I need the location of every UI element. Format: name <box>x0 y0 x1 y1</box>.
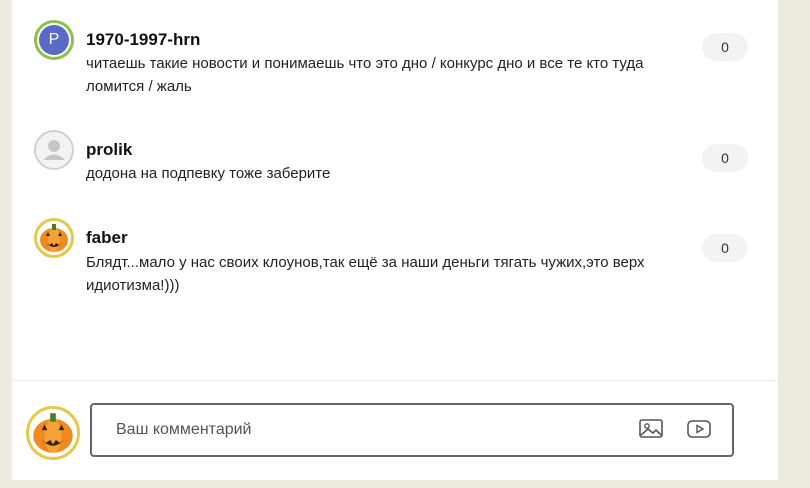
pumpkin-icon <box>40 224 68 252</box>
comment-text: додона на подпевку тоже заберите <box>86 165 331 182</box>
avatar-letter: P <box>39 25 69 55</box>
avatar[interactable]: P <box>34 20 74 60</box>
comments-panel: P 1970-1997-hrn читаешь такие новости и … <box>12 0 778 480</box>
video-embed-button[interactable] <box>686 417 714 443</box>
like-counter[interactable]: 0 <box>702 144 748 172</box>
comment-placeholder: Ваш комментарий <box>116 421 252 438</box>
avatar[interactable] <box>34 130 74 170</box>
youtube-icon <box>687 420 711 438</box>
like-counter[interactable]: 0 <box>702 33 748 61</box>
comment-username[interactable]: 1970-1997-hrn <box>86 30 200 50</box>
comment-text: читаешь такие новости и понимаешь что эт… <box>86 55 644 95</box>
divider <box>12 380 778 381</box>
current-user-avatar <box>26 406 80 460</box>
image-icon <box>639 419 663 438</box>
like-counter[interactable]: 0 <box>702 234 748 262</box>
image-upload-button[interactable] <box>638 417 666 443</box>
comment-text: Блядт...мало у нас своих клоунов,так ещё… <box>86 254 645 294</box>
comment-username[interactable]: faber <box>86 228 128 248</box>
avatar[interactable] <box>34 218 74 258</box>
comment-input[interactable]: Ваш комментарий <box>90 403 734 457</box>
pumpkin-icon <box>33 413 73 453</box>
comment-username[interactable]: prolik <box>86 140 132 160</box>
user-placeholder-icon <box>43 140 65 160</box>
